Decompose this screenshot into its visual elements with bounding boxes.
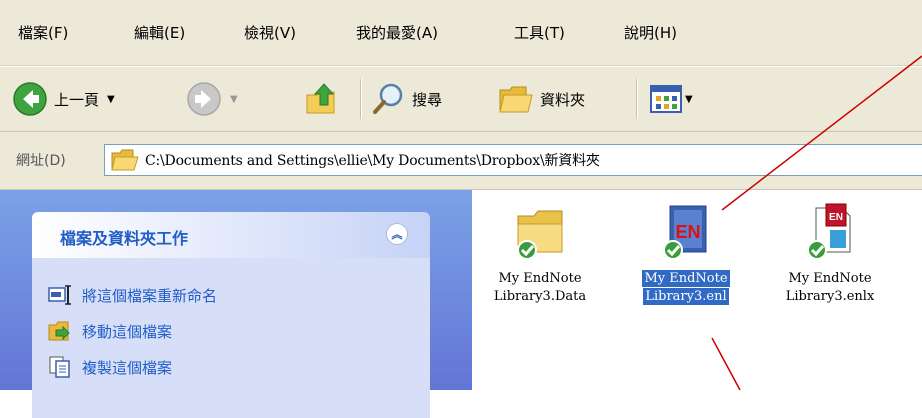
file-folder-tasks-panel: 檔案及資料夾工作 ︽ 將這個檔案重新命名 移動這個檔案 複製這個檔案 [32,212,430,418]
file-item-enl[interactable]: EN My EndNote Library3.enl [620,200,752,330]
task-panel-title: 檔案及資料夾工作 [60,229,189,248]
file-name: My EndNote Library3.enl [620,269,752,306]
menu-view[interactable]: 檢視(V) [240,20,300,46]
folders-label: 資料夾 [540,90,586,109]
views-icon [650,85,682,113]
address-label: 網址(D) [16,153,66,169]
menu-favorites[interactable]: 我的最愛(A) [352,20,442,46]
address-path: C:\Documents and Settings\ellie\My Docum… [145,153,600,169]
move-icon [48,321,70,341]
back-dropdown-icon[interactable]: ▼ [107,94,115,105]
forward-dropdown-icon[interactable]: ▼ [230,94,238,105]
forward-button[interactable]: ▼ [186,77,238,121]
menu-file[interactable]: 檔案(F) [14,20,72,46]
views-dropdown-icon[interactable]: ▼ [685,94,693,105]
address-bar: 網址(D) C:\Documents and Settings\ellie\My… [0,132,922,190]
menu-tools[interactable]: 工具(T) [510,20,569,46]
folder-icon [111,149,139,171]
svg-text:EN: EN [675,222,700,242]
endnote-library-icon: EN [663,205,707,260]
back-arrow-icon [13,82,47,116]
svg-text:EN: EN [829,212,843,223]
up-folder-button[interactable] [304,77,340,121]
file-name-line1: My EndNote [498,271,582,286]
toolbar-separator [360,79,362,119]
back-button[interactable]: 上一頁 ▼ [12,77,115,121]
search-button[interactable]: 搜尋 [372,77,442,121]
task-list: 將這個檔案重新命名 移動這個檔案 複製這個檔案 [32,258,430,418]
file-name: My EndNote Library3.Data [474,270,606,306]
toolbar-separator [636,79,638,119]
task-rename[interactable]: 將這個檔案重新命名 [48,280,217,310]
menu-bar: 檔案(F) 編輯(E) 檢視(V) 我的最愛(A) 工具(T) 說明(H) [0,0,922,66]
toolbar: 上一頁 ▼ ▼ 搜尋 資料夾 ▼ [0,66,922,132]
task-copy[interactable]: 複製這個檔案 [48,352,172,382]
folder-icon [517,210,563,260]
forward-arrow-icon [187,82,221,116]
file-name-line1: My EndNote [641,269,731,288]
endnote-compressed-icon: EN [807,203,851,260]
task-move-label: 移動這個檔案 [82,322,173,341]
views-button[interactable]: ▼ [650,77,693,121]
file-item-enlx[interactable]: EN My EndNote Library3.enlx [764,200,896,330]
task-pane: 檔案及資料夾工作 ︽ 將這個檔案重新命名 移動這個檔案 複製這個檔案 [0,190,472,418]
rename-icon [48,285,71,305]
menu-help[interactable]: 說明(H) [620,20,681,46]
file-name-line2: Library3.enlx [785,289,875,304]
task-copy-label: 複製這個檔案 [82,358,173,377]
task-panel-header[interactable]: 檔案及資料夾工作 ︽ [32,212,430,258]
back-label: 上一頁 [54,90,100,109]
folders-button[interactable]: 資料夾 [498,77,585,121]
file-list-pane: My EndNote Library3.Data EN My EndNote L… [472,190,922,390]
file-name-line2: Library3.Data [493,289,587,304]
file-name: My EndNote Library3.enlx [764,270,896,306]
file-name-line2: Library3.enl [642,287,730,306]
search-label: 搜尋 [412,90,443,109]
search-icon [373,83,403,114]
task-move[interactable]: 移動這個檔案 [48,316,172,346]
file-item-data-folder[interactable]: My EndNote Library3.Data [474,200,606,330]
task-rename-label: 將這個檔案重新命名 [82,286,218,305]
collapse-chevron-icon[interactable]: ︽ [386,223,408,245]
menu-edit[interactable]: 編輯(E) [130,20,189,46]
copy-icon [49,356,70,378]
file-name-line1: My EndNote [788,271,872,286]
folders-icon [499,86,533,113]
address-input[interactable]: C:\Documents and Settings\ellie\My Docum… [104,144,922,176]
up-folder-icon [306,83,335,114]
